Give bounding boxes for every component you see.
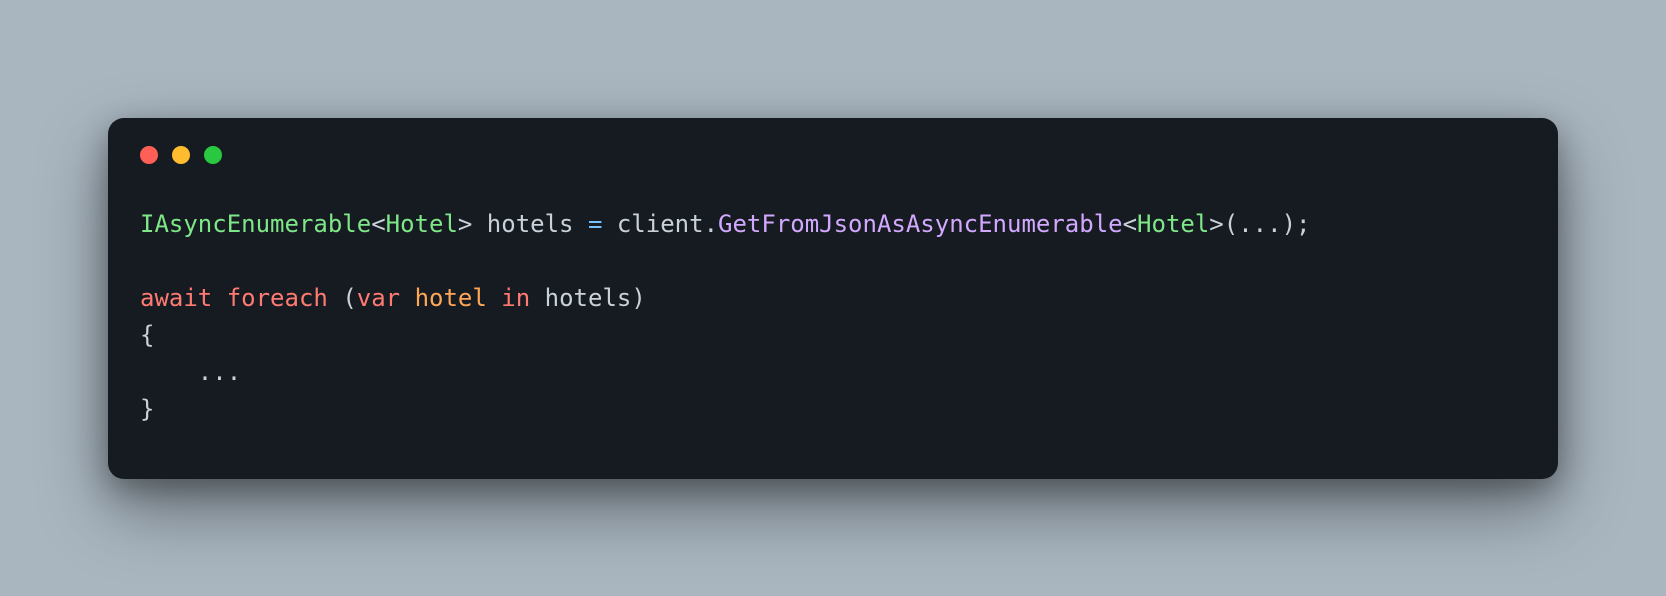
code-token: > bbox=[458, 210, 472, 238]
close-icon[interactable] bbox=[140, 146, 158, 164]
code-token: IAsyncEnumerable bbox=[140, 210, 371, 238]
code-token: hotels bbox=[487, 210, 574, 238]
code-token: ) bbox=[631, 284, 645, 312]
code-token: ; bbox=[1296, 210, 1310, 238]
code-token: client bbox=[617, 210, 704, 238]
code-token bbox=[212, 284, 226, 312]
code-token bbox=[602, 210, 616, 238]
code-token bbox=[574, 210, 588, 238]
code-token bbox=[530, 284, 544, 312]
code-token: < bbox=[371, 210, 385, 238]
code-token: hotel bbox=[415, 284, 487, 312]
code-token bbox=[400, 284, 414, 312]
code-token: . bbox=[704, 210, 718, 238]
code-token: ( bbox=[342, 284, 356, 312]
code-token: Hotel bbox=[386, 210, 458, 238]
code-token: in bbox=[501, 284, 530, 312]
code-token: } bbox=[140, 395, 154, 423]
code-token: foreach bbox=[227, 284, 328, 312]
code-token: Hotel bbox=[1137, 210, 1209, 238]
minimize-icon[interactable] bbox=[172, 146, 190, 164]
code-token: ( bbox=[1224, 210, 1238, 238]
code-token: > bbox=[1209, 210, 1223, 238]
code-token: hotels bbox=[545, 284, 632, 312]
code-token bbox=[328, 284, 342, 312]
code-token: await bbox=[140, 284, 212, 312]
window-controls bbox=[140, 146, 1526, 164]
code-token bbox=[140, 358, 198, 386]
code-token: { bbox=[140, 321, 154, 349]
code-token: < bbox=[1123, 210, 1137, 238]
code-token bbox=[487, 284, 501, 312]
code-token: ... bbox=[198, 358, 241, 386]
code-token bbox=[472, 210, 486, 238]
code-content: IAsyncEnumerable<Hotel> hotels = client.… bbox=[140, 206, 1526, 429]
code-token: ... bbox=[1238, 210, 1281, 238]
code-token: ) bbox=[1282, 210, 1296, 238]
code-token: GetFromJsonAsAsyncEnumerable bbox=[718, 210, 1123, 238]
code-token: var bbox=[357, 284, 400, 312]
code-window: IAsyncEnumerable<Hotel> hotels = client.… bbox=[108, 118, 1558, 479]
maximize-icon[interactable] bbox=[204, 146, 222, 164]
code-token: = bbox=[588, 210, 602, 238]
